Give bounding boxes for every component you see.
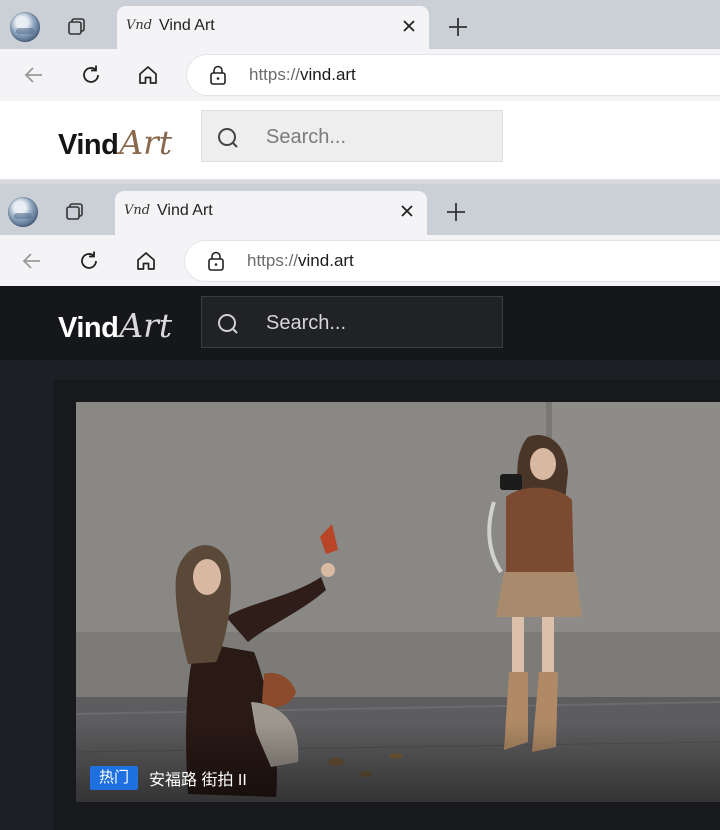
site-header-light: VindArt Search...	[0, 101, 720, 180]
search-box[interactable]: Search...	[201, 110, 503, 162]
browser-tab[interactable]: Vnd Vind Art	[117, 6, 429, 49]
browser-toolbar: https://vind.art	[0, 49, 720, 101]
lock-icon[interactable]	[209, 65, 227, 85]
site-header-dark: VindArt Search...	[0, 286, 720, 360]
home-icon[interactable]	[134, 249, 158, 273]
tab-title: Vind Art	[157, 202, 213, 219]
featured-caption: 热门 安福路 街拍 II	[90, 766, 247, 790]
tabs-icon[interactable]	[66, 16, 88, 38]
featured-card[interactable]: 热门 安福路 街拍 II	[76, 402, 720, 802]
tabs-icon[interactable]	[64, 201, 86, 223]
hot-badge: 热门	[90, 766, 139, 790]
favicon-icon: Vnd	[124, 203, 151, 218]
address-bar[interactable]: https://vind.art	[187, 55, 720, 95]
url-text[interactable]: https://vind.art	[249, 65, 356, 85]
reload-icon[interactable]	[79, 63, 103, 87]
url-text[interactable]: https://vind.art	[247, 251, 354, 271]
tab-strip: Vnd Vind Art	[0, 0, 720, 49]
search-input[interactable]: Search...	[266, 126, 346, 149]
lock-icon[interactable]	[207, 251, 225, 271]
site-logo[interactable]: VindArt	[58, 123, 172, 162]
address-bar[interactable]: https://vind.art	[185, 241, 720, 281]
favicon-icon: Vnd	[126, 18, 153, 33]
close-icon[interactable]	[399, 16, 419, 36]
close-icon[interactable]	[397, 201, 417, 221]
search-icon	[218, 314, 238, 334]
profile-avatar[interactable]	[8, 197, 38, 227]
search-icon	[218, 128, 238, 148]
search-input[interactable]: Search...	[266, 312, 346, 335]
back-icon[interactable]	[22, 63, 46, 87]
back-icon[interactable]	[20, 249, 44, 273]
featured-title[interactable]: 安福路 街拍 II	[149, 766, 247, 790]
profile-avatar[interactable]	[10, 12, 40, 42]
search-box[interactable]: Search...	[201, 296, 503, 348]
browser-tab[interactable]: Vnd Vind Art	[115, 191, 427, 235]
home-icon[interactable]	[136, 63, 160, 87]
reload-icon[interactable]	[77, 249, 101, 273]
featured-photo	[76, 402, 720, 802]
site-logo[interactable]: VindArt	[58, 306, 172, 345]
tab-title: Vind Art	[159, 17, 215, 34]
new-tab-icon[interactable]	[447, 16, 469, 38]
browser-toolbar: https://vind.art	[0, 235, 720, 286]
new-tab-icon[interactable]	[445, 201, 467, 223]
tab-strip-2: Vnd Vind Art	[0, 184, 720, 235]
